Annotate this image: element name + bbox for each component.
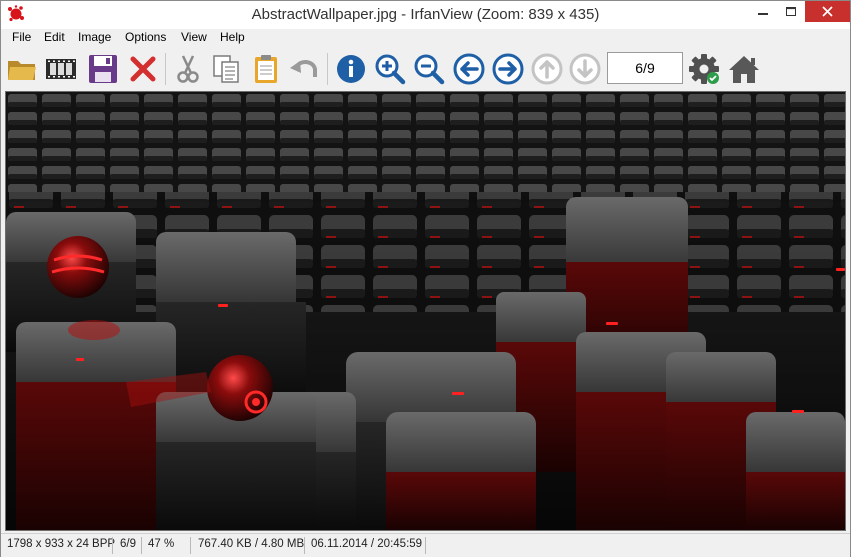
- next-image-button[interactable]: [492, 53, 524, 85]
- slideshow-button[interactable]: [45, 53, 77, 85]
- filmstrip-icon: [46, 59, 76, 79]
- status-dimensions: 1798 x 933 x 24 BPP: [7, 538, 116, 550]
- status-separator: [425, 537, 426, 554]
- info-button[interactable]: [335, 53, 367, 85]
- toolbar-separator: [327, 53, 328, 85]
- minimize-icon: [758, 13, 768, 15]
- scissors-icon: [177, 55, 199, 83]
- menu-image[interactable]: Image: [78, 30, 111, 44]
- info-icon: [337, 55, 365, 83]
- close-button[interactable]: [805, 1, 850, 22]
- floppy-disk-icon: [89, 55, 117, 83]
- menu-view[interactable]: View: [181, 30, 207, 44]
- gear-icon: [689, 54, 719, 84]
- folder-icon: [8, 61, 36, 80]
- undo-button[interactable]: [289, 53, 321, 85]
- zoom-in-button[interactable]: [374, 53, 406, 85]
- delete-x-icon: [130, 56, 156, 82]
- title-bar: AbstractWallpaper.jpg - IrfanView (Zoom:…: [1, 1, 850, 29]
- image-view[interactable]: [5, 91, 846, 531]
- abstract-wallpaper-image: [6, 92, 845, 530]
- zoom-out-icon: [414, 54, 445, 85]
- copy-button[interactable]: [210, 53, 242, 85]
- menu-options[interactable]: Options: [125, 30, 166, 44]
- status-zoom: 47 %: [148, 538, 175, 550]
- status-separator: [141, 537, 142, 554]
- window-title: AbstractWallpaper.jpg - IrfanView (Zoom:…: [251, 6, 600, 23]
- app-window: AbstractWallpaper.jpg - IrfanView (Zoom:…: [0, 0, 851, 557]
- zoom-in-icon: [375, 54, 406, 85]
- paste-button[interactable]: [250, 53, 282, 85]
- toolbar: 6/9: [1, 47, 850, 91]
- status-separator: [112, 537, 113, 554]
- save-button[interactable]: [87, 53, 119, 85]
- zoom-out-button[interactable]: [413, 53, 445, 85]
- menu-bar: File Edit Image Options View Help: [1, 29, 850, 47]
- arrow-up-icon: [531, 53, 563, 85]
- menu-file[interactable]: File: [12, 30, 31, 44]
- maximize-button[interactable]: [777, 1, 805, 22]
- status-index: 6/9: [120, 538, 136, 550]
- first-image-button[interactable]: [531, 53, 563, 85]
- status-datetime: 06.11.2014 / 20:45:59: [311, 538, 423, 550]
- home-button[interactable]: [728, 53, 760, 85]
- copy-icon: [213, 55, 239, 83]
- status-size: 767.40 KB / 4.80 MB: [198, 538, 305, 550]
- status-separator: [304, 537, 305, 554]
- arrow-left-icon: [453, 53, 485, 85]
- cut-button[interactable]: [172, 53, 204, 85]
- settings-button[interactable]: [688, 53, 720, 85]
- minimize-button[interactable]: [749, 1, 777, 22]
- home-icon: [729, 56, 759, 83]
- menu-help[interactable]: Help: [220, 30, 245, 44]
- delete-button[interactable]: [127, 53, 159, 85]
- menu-edit[interactable]: Edit: [44, 30, 65, 44]
- arrow-right-icon: [492, 53, 524, 85]
- previous-image-button[interactable]: [453, 53, 485, 85]
- clipboard-icon: [255, 55, 277, 83]
- close-icon: [822, 6, 833, 17]
- page-indicator: 6/9: [607, 52, 683, 84]
- arrow-down-icon: [569, 53, 601, 85]
- status-bar: 1798 x 933 x 24 BPP 6/9 47 % 767.40 KB /…: [1, 533, 850, 557]
- last-image-button[interactable]: [569, 53, 601, 85]
- status-separator: [190, 537, 191, 554]
- maximize-icon: [786, 7, 796, 16]
- toolbar-separator: [165, 53, 166, 85]
- open-folder-button[interactable]: [6, 53, 38, 85]
- undo-icon: [290, 60, 317, 77]
